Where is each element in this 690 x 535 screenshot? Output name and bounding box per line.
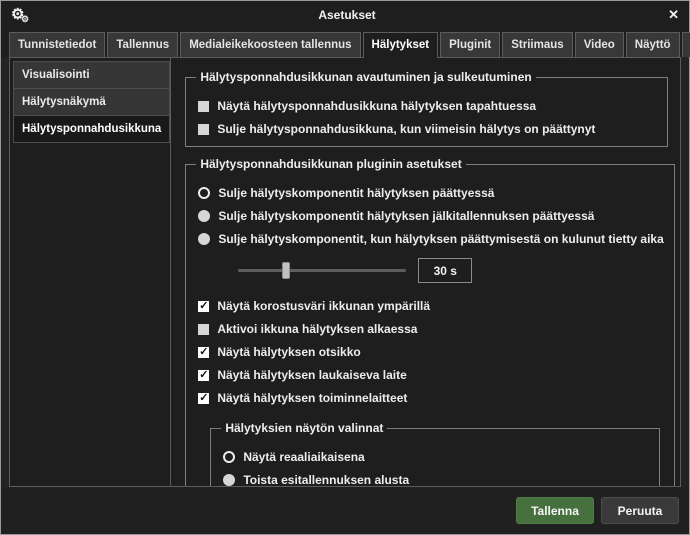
checkbox-label: Näytä korostusväri ikkunan ympärillä — [217, 299, 430, 313]
group-title: Hälytysponnahdusikkunan avautuminen ja s… — [196, 70, 535, 84]
checkbox-label: Sulje hälytysponnahdusikkuna, kun viimei… — [217, 122, 595, 136]
cancel-button[interactable]: Peruuta — [601, 497, 679, 524]
tab-medialeikekoosteen-tallennus[interactable]: Medialeikekoosteen tallennus — [180, 32, 360, 57]
settings-content: Hälytysponnahdusikkunan avautuminen ja s… — [171, 58, 680, 486]
tab-tallennus[interactable]: Tallennus — [107, 32, 178, 57]
group-popup-open-close: Hälytysponnahdusikkunan avautuminen ja s… — [185, 70, 668, 147]
checkbox-row: Aktivoi ikkuna hälytyksen alkaessa — [198, 322, 663, 336]
tab-page-panel: Visualisointi Hälytysnäkymä Hälytysponna… — [9, 57, 681, 487]
checkbox-row: Näytä korostusväri ikkunan ympärillä — [198, 299, 663, 313]
checkbox-label: Näytä hälytyksen laukaiseva laite — [217, 368, 406, 382]
sidebar-item-halytysnakyma[interactable]: Hälytysnäkymä — [13, 88, 170, 115]
group-title: Hälytyksien näytön valinnat — [221, 421, 387, 435]
checkbox[interactable] — [198, 101, 209, 112]
footer: Tallenna Peruuta — [1, 487, 689, 534]
radio-label: Näytä reaaliaikaisena — [243, 450, 364, 464]
radio-button[interactable] — [198, 210, 210, 222]
tab-naytto[interactable]: Näyttö — [626, 32, 680, 57]
group-alarm-display-choices: Hälytyksien näytön valinnat Näytä reaali… — [210, 421, 659, 486]
checkbox-label: Näytä hälytyksen otsikko — [217, 345, 360, 359]
sidebar-item-halytysponnahdusikkuna[interactable]: Hälytysponnahdusikkuna — [13, 115, 170, 143]
radio-label: Sulje hälytyskomponentit, kun hälytyksen… — [218, 232, 663, 246]
radio-row: Sulje hälytyskomponentit hälytyksen jälk… — [198, 209, 663, 223]
delay-slider-handle[interactable] — [282, 262, 290, 279]
checkbox-row: Näytä hälytysponnahdusikkuna hälytyksen … — [198, 99, 657, 113]
checkbox-row: Näytä hälytyksen otsikko — [198, 345, 663, 359]
radio-label: Sulje hälytyskomponentit hälytyksen jälk… — [218, 209, 594, 223]
radio-button[interactable] — [223, 474, 235, 486]
tab-tunnistetiedot[interactable]: Tunnistetiedot — [9, 32, 105, 57]
radio-button[interactable] — [198, 233, 210, 245]
settings-window: ⚙ ⚙ Asetukset ✕ Tunnistetiedot Tallennus… — [0, 0, 690, 535]
checkbox[interactable] — [198, 301, 209, 312]
group-popup-plugin-settings: Hälytysponnahdusikkunan pluginin asetuks… — [185, 157, 674, 486]
tab-halytykset[interactable]: Hälytykset — [363, 32, 439, 58]
tab-video[interactable]: Video — [575, 32, 624, 57]
window-title: Asetukset — [33, 8, 661, 22]
checkbox[interactable] — [198, 324, 209, 335]
checkbox-label: Näytä hälytysponnahdusikkuna hälytyksen … — [217, 99, 536, 113]
delay-slider-track[interactable] — [238, 269, 406, 272]
checkbox-label: Aktivoi ikkuna hälytyksen alkaessa — [217, 322, 417, 336]
checkbox[interactable] — [198, 370, 209, 381]
settings-gear-icon: ⚙ ⚙ — [11, 6, 33, 24]
radio-row: Sulje hälytyskomponentit hälytyksen päät… — [198, 186, 663, 200]
radio-label: Sulje hälytyskomponentit hälytyksen päät… — [218, 186, 494, 200]
gear-icon-small: ⚙ — [21, 13, 29, 25]
radio-row: Toista esitallennuksen alusta — [223, 473, 648, 486]
sidebar: Visualisointi Hälytysnäkymä Hälytysponna… — [10, 58, 171, 486]
checkbox-row: Näytä hälytyksen toiminnelaitteet — [198, 391, 663, 405]
display-options-checkboxes: Näytä korostusväri ikkunan ympärillä Akt… — [196, 299, 663, 405]
checkbox[interactable] — [198, 347, 209, 358]
delay-slider-row: 30 s — [238, 258, 663, 283]
tab-pluginit[interactable]: Pluginit — [440, 32, 500, 57]
checkbox-row: Sulje hälytysponnahdusikkuna, kun viimei… — [198, 122, 657, 136]
radio-row: Näytä reaaliaikaisena — [223, 450, 648, 464]
checkbox-label: Näytä hälytyksen toiminnelaitteet — [217, 391, 407, 405]
save-button[interactable]: Tallenna — [516, 497, 594, 524]
sidebar-item-visualisointi[interactable]: Visualisointi — [13, 61, 170, 88]
tab-striimaus[interactable]: Striimaus — [502, 32, 572, 57]
radio-row: Sulje hälytyskomponentit, kun hälytyksen… — [198, 232, 663, 246]
titlebar: ⚙ ⚙ Asetukset ✕ — [1, 1, 689, 29]
tab-datavalimuisti[interactable]: Datavälimuisti — [682, 32, 690, 57]
checkbox[interactable] — [198, 393, 209, 404]
checkbox[interactable] — [198, 124, 209, 135]
radio-button[interactable] — [223, 451, 235, 463]
radio-button[interactable] — [198, 187, 210, 199]
group-title: Hälytysponnahdusikkunan pluginin asetuks… — [196, 157, 465, 171]
close-icon[interactable]: ✕ — [661, 7, 679, 23]
checkbox-row: Näytä hälytyksen laukaiseva laite — [198, 368, 663, 382]
tab-bar: Tunnistetiedot Tallennus Medialeikekoost… — [1, 29, 689, 57]
radio-label: Toista esitallennuksen alusta — [243, 473, 409, 486]
delay-value-box[interactable]: 30 s — [418, 258, 472, 283]
